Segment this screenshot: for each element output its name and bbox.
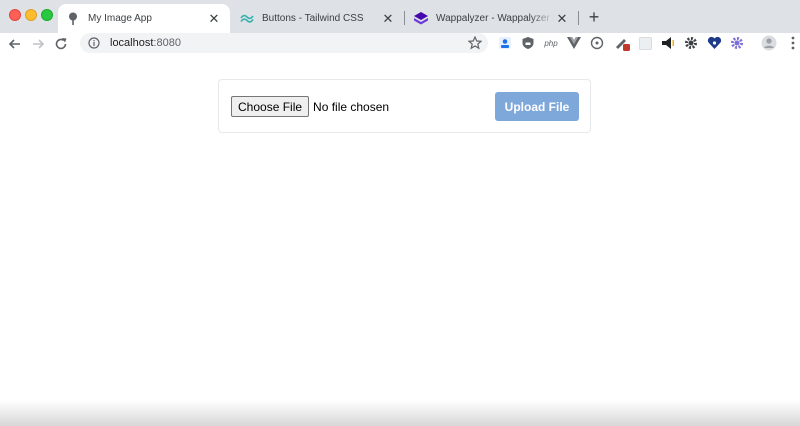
tab-tailwind-buttons[interactable]: Buttons - Tailwind CSS ✕ (232, 4, 404, 33)
person-extension-icon[interactable] (497, 35, 513, 51)
bookmark-star-icon[interactable] (468, 36, 482, 50)
upload-form-card: Choose File No file chosen Upload File (218, 79, 591, 133)
new-tab-button[interactable]: + (585, 8, 603, 26)
forward-button[interactable] (29, 35, 47, 53)
profile-avatar-icon[interactable] (761, 35, 777, 51)
choose-file-button[interactable]: Choose File (231, 96, 310, 117)
tab-separator (578, 11, 579, 25)
square-extension-icon[interactable] (637, 35, 653, 51)
menu-kebab-icon[interactable] (785, 35, 800, 51)
gear-purple-extension-icon[interactable] (729, 35, 745, 51)
window-close-button[interactable] (9, 9, 21, 21)
url-port: :8080 (153, 37, 181, 49)
tab-separator (404, 11, 405, 25)
tree-icon (66, 12, 80, 26)
tab-title: My Image App (88, 13, 152, 24)
pen-extension-icon[interactable] (614, 35, 630, 51)
tab-my-image-app[interactable]: My Image App ✕ (58, 4, 230, 33)
file-input[interactable]: Choose File No file chosen (231, 96, 389, 117)
scope-extension-icon[interactable] (589, 35, 605, 51)
browser-toolbar: localhost:8080 php (0, 33, 800, 55)
bottom-shadow (0, 400, 800, 426)
wappalyzer-icon (414, 12, 428, 26)
close-tab-icon[interactable]: ✕ (380, 11, 396, 27)
close-tab-icon[interactable]: ✕ (554, 11, 570, 27)
php-extension-icon[interactable]: php (543, 35, 559, 51)
reload-icon (55, 38, 67, 50)
megaphone-extension-icon[interactable] (660, 35, 676, 51)
vue-extension-icon[interactable] (566, 35, 582, 51)
url-host: localhost (110, 37, 154, 49)
info-icon[interactable] (88, 37, 100, 49)
upload-file-button[interactable]: Upload File (495, 92, 579, 121)
window-minimize-button[interactable] (25, 9, 37, 21)
file-status-text: No file chosen (313, 99, 390, 114)
reload-button[interactable] (52, 35, 70, 53)
tab-strip: My Image App ✕ Buttons - Tailwind CSS ✕ … (0, 0, 800, 33)
window-maximize-button[interactable] (41, 9, 53, 21)
shield-extension-icon[interactable] (520, 35, 536, 51)
tailwind-icon (240, 12, 254, 26)
tab-wappalyzer[interactable]: Wappalyzer - Wappalyzer has be ✕ (406, 4, 578, 33)
address-bar[interactable]: localhost:8080 (80, 33, 488, 53)
back-button[interactable] (6, 35, 24, 53)
heart-extension-icon[interactable] (706, 35, 722, 51)
gear-extension-icon[interactable] (683, 35, 699, 51)
tab-title: Buttons - Tailwind CSS (262, 13, 364, 24)
close-tab-icon[interactable]: ✕ (206, 11, 222, 27)
tab-title: Wappalyzer - Wappalyzer has be (436, 13, 554, 24)
arrow-right-icon (33, 39, 45, 49)
arrow-left-icon (8, 39, 20, 49)
